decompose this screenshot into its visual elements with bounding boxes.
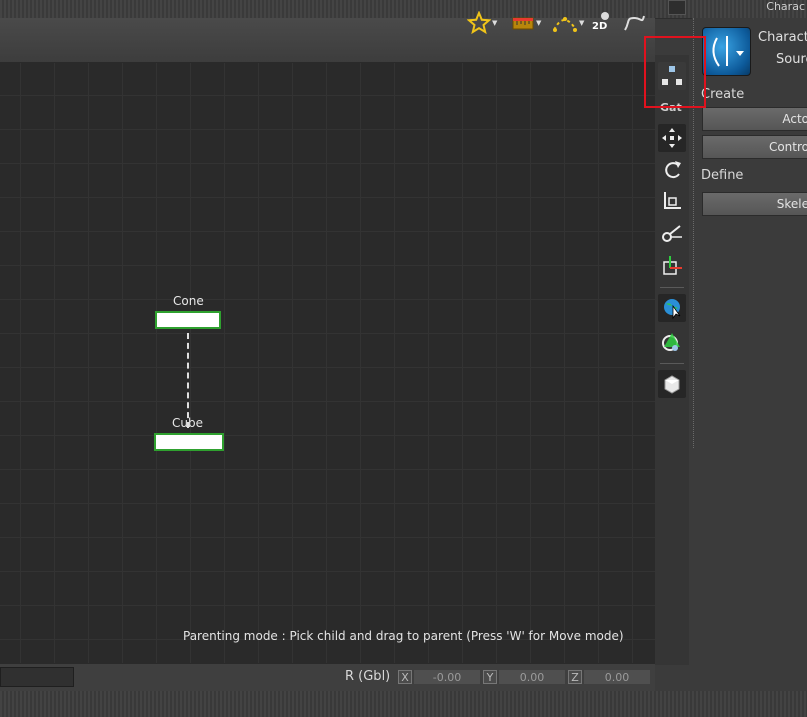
node-cone[interactable]: [155, 311, 221, 329]
link-icon: [662, 225, 682, 242]
move-tool[interactable]: [658, 124, 686, 152]
curve-button[interactable]: ▼: [552, 10, 584, 36]
chevron-down-icon: ▼: [579, 19, 585, 27]
chevron-down-icon: ▼: [492, 19, 498, 27]
favorites-button[interactable]: ▼: [467, 10, 497, 36]
actor-button-label: Acto: [782, 112, 807, 126]
section-create: Create: [701, 87, 745, 102]
pivot-tool[interactable]: [658, 252, 686, 280]
chevron-down-icon: ▼: [536, 19, 542, 27]
link-tool[interactable]: [658, 220, 686, 248]
section-define: Define: [701, 168, 744, 183]
measure-button[interactable]: ▼: [511, 10, 541, 36]
globe-pick-icon: [662, 333, 680, 351]
actor-button[interactable]: Acto: [702, 107, 807, 131]
path-button[interactable]: [622, 10, 646, 36]
bottom-strip: [0, 691, 807, 717]
cube-icon: [664, 375, 680, 394]
scale-icon: [664, 192, 681, 209]
x-axis-toggle[interactable]: X: [398, 670, 412, 684]
rotate-icon: [665, 161, 681, 179]
character-label: Charact: [758, 30, 807, 45]
ruler-icon: [512, 17, 534, 30]
globe-select-icon: [664, 299, 681, 320]
curve-points-icon: [553, 17, 577, 32]
panel-title: Charac: [766, 0, 805, 13]
globe-pick-tool[interactable]: [658, 328, 686, 356]
star-icon: [467, 11, 491, 35]
highlight-box: [644, 36, 706, 108]
y-value-field[interactable]: 0.00: [499, 670, 565, 684]
skeleton-button-label: Skele: [776, 197, 807, 211]
schematic-viewport[interactable]: [0, 63, 655, 663]
node-label-cube: Cube: [172, 416, 203, 430]
cube-tool[interactable]: [658, 370, 686, 398]
y-axis-toggle[interactable]: Y: [483, 670, 497, 684]
pivot-icon: [663, 256, 682, 275]
globe-select-tool[interactable]: [658, 294, 686, 322]
character-source-button[interactable]: [702, 27, 751, 76]
control-button[interactable]: Contro: [702, 135, 807, 159]
bottom-input-field[interactable]: [0, 667, 74, 687]
z-axis-toggle[interactable]: Z: [568, 670, 582, 684]
node-cube[interactable]: [154, 433, 224, 451]
character-icon: [712, 36, 744, 67]
rotate-tool[interactable]: [658, 156, 686, 184]
status-message: Parenting mode : Pick child and drag to …: [183, 629, 624, 643]
tool-separator: [660, 363, 684, 364]
z-value-field[interactable]: 0.00: [584, 670, 650, 684]
control-button-label: Contro: [768, 140, 807, 154]
move-icon: [662, 128, 682, 148]
tool-separator: [660, 287, 684, 288]
rotation-global-label: R (Gbl): [345, 669, 391, 684]
parent-link-line: [187, 333, 189, 428]
scale-tool[interactable]: [658, 187, 686, 215]
skeleton-button[interactable]: Skele: [702, 192, 807, 216]
path-icon: [624, 15, 645, 31]
2d-label: 2D: [592, 21, 608, 32]
node-label-cone: Cone: [173, 294, 204, 308]
x-value-field[interactable]: -0.00: [414, 670, 480, 684]
panel-tab-handle[interactable]: [668, 0, 686, 15]
source-label: Sourc: [776, 52, 807, 67]
view-2d-button[interactable]: 2D: [592, 10, 614, 36]
